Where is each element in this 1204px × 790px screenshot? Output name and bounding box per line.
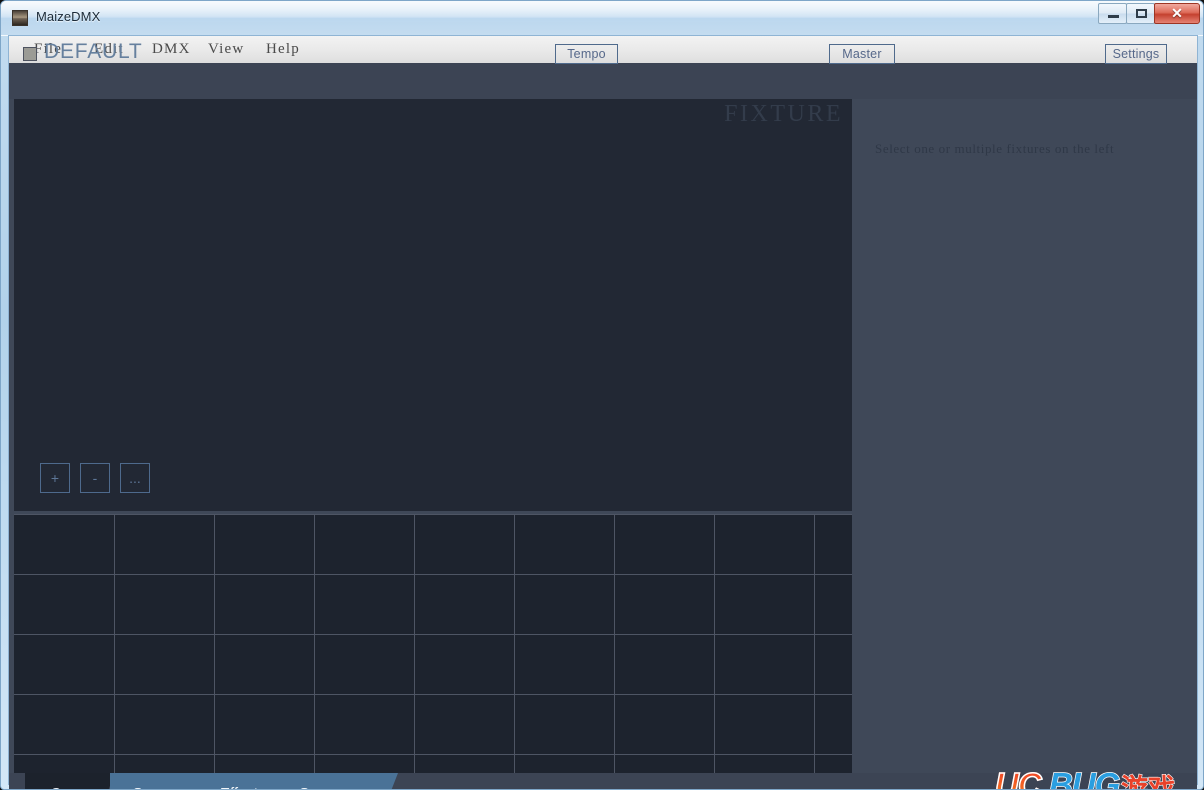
tab-effect-label: Effect [220,785,258,790]
menu-item-view[interactable]: View [201,40,251,59]
menu-item-dmx[interactable]: DMX [145,40,198,59]
cue-grid-column-line [314,514,315,773]
cue-grid-row-line [14,574,852,575]
cue-grid-column-line [114,514,115,773]
tab-cue[interactable]: Cue [25,773,115,790]
title-bar: MaizeDMX ✕ [1,1,1203,36]
toolbar [9,63,1197,99]
more-fixture-button[interactable]: ... [120,463,150,493]
tab-cue-label: Cue [50,785,78,790]
project-checkbox[interactable] [23,47,37,61]
cue-grid-row-line [14,634,852,635]
cue-grid-row-line [14,754,852,755]
tab-scene-label: Scene [133,785,176,790]
cue-grid-row-line [14,514,852,515]
app-icon [12,10,28,26]
cue-grid-column-line [614,514,615,773]
window-controls: ✕ [1098,3,1200,25]
tempo-button[interactable]: Tempo [555,44,618,64]
tab-sequence[interactable]: Sequence [280,773,398,790]
maximize-icon [1136,9,1147,18]
cue-grid-row-line [14,694,852,695]
maximize-button[interactable] [1126,3,1155,24]
client-area: File Edit DMX View Help DEFAULT Tempo 80… [8,35,1198,789]
menu-item-help[interactable]: Help [259,40,307,59]
cue-grid-column-line [214,514,215,773]
cue-grid-column-line [714,514,715,773]
fixture-watermark-label: FIXTURE [724,101,843,127]
titlebar-gloss [1,1,1203,18]
tab-sequence-label: Sequence [299,785,367,790]
fixture-properties-panel: Select one or multiple fixtures on the l… [853,99,1197,773]
project-name-label: DEFAULT [44,40,143,63]
fixture-selection-hint: Select one or multiple fixtures on the l… [875,141,1115,156]
cue-grid-column-line [414,514,415,773]
add-fixture-button[interactable]: + [40,463,70,493]
cue-grid-column-line [514,514,515,773]
close-button[interactable]: ✕ [1154,3,1200,24]
settings-button[interactable]: Settings [1105,44,1167,64]
fixture-panel[interactable]: FIXTURE + - ... [14,99,852,511]
cue-grid-column-line [814,514,815,773]
cue-grid[interactable] [14,514,852,773]
tab-bar: Cue Scene Effect Sequence [9,773,1197,790]
application-window: MaizeDMX ✕ File Edit DMX View Help DEFAU… [0,0,1204,790]
remove-fixture-button[interactable]: - [80,463,110,493]
close-icon: ✕ [1171,5,1183,21]
master-button[interactable]: Master [829,44,895,64]
window-title: MaizeDMX [36,9,101,24]
minimize-button[interactable] [1098,3,1127,24]
minimize-icon [1108,15,1119,18]
